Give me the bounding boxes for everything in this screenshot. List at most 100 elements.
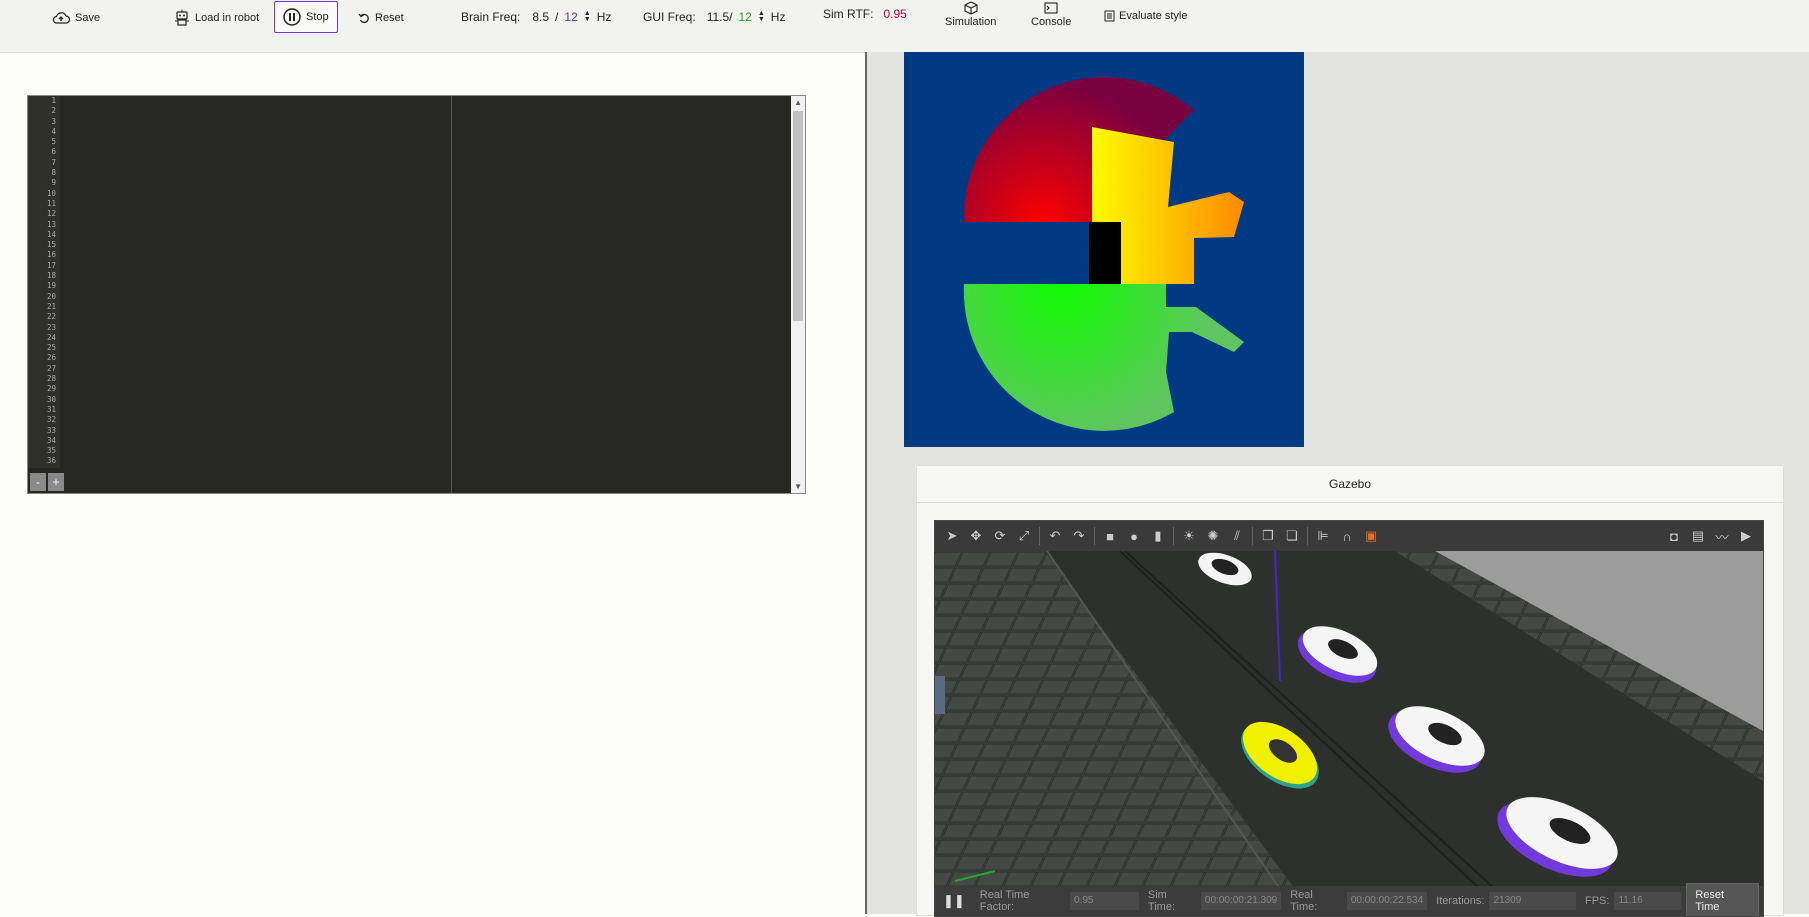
- redo-icon[interactable]: ↷: [1070, 527, 1088, 545]
- scroll-down-icon[interactable]: ▼: [794, 482, 802, 491]
- line-number: 20: [46, 291, 56, 301]
- line-number: 4: [51, 126, 56, 136]
- gazebo-toolbar: ➤ ✥ ⟳ ⤢ ↶ ↷ ■ ● ▮ ☀ ✺ ⫽ ❐ ❏ ⊫ ∩ ▣ ◘ ▤ 〰: [935, 521, 1763, 551]
- sim-rtf-label: Sim RTF:: [823, 7, 874, 21]
- brain-freq-target-input[interactable]: 12: [564, 10, 577, 24]
- console-label: Console: [1031, 16, 1072, 28]
- sim-time-label: Sim Time:: [1147, 889, 1175, 913]
- line-number: 9: [51, 178, 56, 188]
- load-in-robot-button[interactable]: Load in robot: [174, 6, 259, 30]
- magnet-snap-icon[interactable]: ∩: [1338, 527, 1356, 545]
- toolbar-separator: [1094, 527, 1095, 545]
- top-toolbar: Save Load in robot Stop Reset Brain Freq…: [0, 0, 1809, 53]
- line-number: 13: [46, 219, 56, 229]
- gazebo-status-bar: ❚❚ Real Time Factor: 0.95 Sim Time: 00:0…: [935, 883, 1763, 916]
- play-pause-icon[interactable]: ❚❚: [943, 893, 965, 909]
- scroll-up-icon[interactable]: ▲: [794, 98, 802, 107]
- print-margin: [451, 96, 452, 493]
- line-number: 15: [46, 240, 56, 250]
- zoom-in-button[interactable]: +: [48, 473, 64, 491]
- brain-freq-value: 8.5: [532, 10, 550, 24]
- brain-freq: Brain Freq: 8.5 / 12 ▲ ▼ Hz: [461, 10, 611, 24]
- sphere-shape-icon[interactable]: ●: [1125, 527, 1143, 545]
- stop-button[interactable]: Stop: [274, 1, 338, 33]
- spot-light-icon[interactable]: ⫽: [1228, 527, 1246, 545]
- gazebo-panel: Gazebo ➤ ✥ ⟳ ⤢ ↶ ↷ ■ ● ▮ ☀ ✺ ⫽ ❐ ❏ ⊫ ∩ ▣…: [916, 465, 1784, 917]
- toolbar-separator: [1252, 527, 1253, 545]
- toolbar-separator: [1039, 527, 1040, 545]
- toolbar-separator: [1307, 527, 1308, 545]
- translate-icon[interactable]: ✥: [967, 527, 985, 545]
- reset-button[interactable]: Reset: [358, 6, 404, 30]
- line-number: 24: [46, 332, 56, 342]
- select-arrow-icon[interactable]: ➤: [943, 527, 961, 545]
- reset-time-button[interactable]: Reset Time: [1686, 883, 1759, 916]
- undo-icon[interactable]: ↶: [1046, 527, 1064, 545]
- line-number: 16: [46, 250, 56, 260]
- rotate-icon[interactable]: ⟳: [991, 527, 1009, 545]
- sim-rtf-value: 0.95: [883, 7, 907, 21]
- rtf-label: Real Time Factor:: [979, 889, 1030, 913]
- save-label: Save: [75, 12, 101, 24]
- paste-icon[interactable]: ❏: [1283, 527, 1301, 545]
- video-record-icon[interactable]: ▶: [1737, 527, 1755, 545]
- sun-light-icon[interactable]: ☀: [1180, 527, 1198, 545]
- plot-icon[interactable]: 〰: [1713, 527, 1731, 545]
- zoom-out-button[interactable]: -: [30, 473, 46, 491]
- line-number: 14: [46, 229, 56, 239]
- gazebo-title: Gazebo: [917, 466, 1783, 503]
- copy-icon[interactable]: ❐: [1259, 527, 1277, 545]
- scale-icon[interactable]: ⤢: [1015, 527, 1033, 545]
- cylinder-shape-icon[interactable]: ▮: [1149, 527, 1167, 545]
- evaluate-style-label: Evaluate style: [1119, 10, 1188, 22]
- line-number: 18: [46, 271, 56, 281]
- gui-freq-label: GUI Freq:: [643, 10, 696, 24]
- undo-icon: [358, 13, 369, 24]
- gui-freq-stepper[interactable]: ▲ ▼: [758, 10, 765, 23]
- line-number: 27: [46, 363, 56, 373]
- box-shape-icon[interactable]: ■: [1101, 527, 1119, 545]
- line-number: 36: [46, 456, 56, 466]
- console-button[interactable]: Console: [1031, 0, 1071, 28]
- simulation-button[interactable]: Simulation: [945, 0, 996, 28]
- editor-scroll-thumb[interactable]: [793, 111, 803, 321]
- line-number: 25: [46, 343, 56, 353]
- line-number: 28: [46, 374, 56, 384]
- laser-scan-plot: [904, 52, 1304, 447]
- document-icon: [1104, 10, 1115, 22]
- evaluate-style-button[interactable]: Evaluate style: [1104, 10, 1187, 22]
- sim-rtf: Sim RTF: 0.95: [823, 7, 907, 21]
- editor-scrollbar[interactable]: ▲ ▼: [791, 96, 805, 493]
- code-editor[interactable]: 1 2 3 4 5 6 7 8 9 10 11 12 13 14 15 16 17 18 19 20 21 22 23 24 2…: [27, 95, 806, 494]
- brain-freq-label: Brain Freq:: [461, 10, 521, 24]
- screenshot-camera-icon[interactable]: ◘: [1665, 527, 1683, 545]
- align-icon[interactable]: ⊫: [1314, 527, 1332, 545]
- gui-freq: GUI Freq: 11.5/ 12 ▲ ▼ Hz: [643, 10, 785, 24]
- line-number: 30: [46, 394, 56, 404]
- real-time-label: Real Time:: [1290, 889, 1318, 913]
- line-number: 34: [46, 435, 56, 445]
- line-number: 22: [46, 312, 56, 322]
- line-number: 7: [51, 157, 56, 167]
- save-button[interactable]: Save: [52, 6, 100, 30]
- point-light-icon[interactable]: ✺: [1204, 527, 1222, 545]
- brain-freq-unit: Hz: [596, 10, 612, 24]
- side-panel-toggle[interactable]: [935, 676, 945, 714]
- line-number: 1: [51, 96, 56, 105]
- gazebo-viewport[interactable]: ➤ ✥ ⟳ ⤢ ↶ ↷ ■ ● ▮ ☀ ✺ ⫽ ❐ ❏ ⊫ ∩ ▣ ◘ ▤ 〰: [934, 520, 1764, 917]
- reset-label: Reset: [375, 12, 404, 24]
- editor-zoom-controls: - +: [30, 473, 64, 491]
- gazebo-scene[interactable]: [935, 550, 1763, 890]
- brain-freq-stepper[interactable]: ▲ ▼: [584, 10, 591, 23]
- log-icon[interactable]: ▤: [1689, 527, 1707, 545]
- toolbar-separator: [1173, 527, 1174, 545]
- brain-freq-sep: /: [555, 10, 559, 24]
- line-number: 29: [46, 384, 56, 394]
- gui-freq-target-input[interactable]: 12: [739, 10, 752, 24]
- line-number: 23: [46, 322, 56, 332]
- pause-circle-icon: [283, 8, 301, 26]
- view-angle-icon[interactable]: ▣: [1362, 527, 1380, 545]
- robot-icon: [175, 9, 189, 26]
- line-number: 17: [46, 260, 56, 270]
- cloud-upload-icon: [52, 12, 70, 24]
